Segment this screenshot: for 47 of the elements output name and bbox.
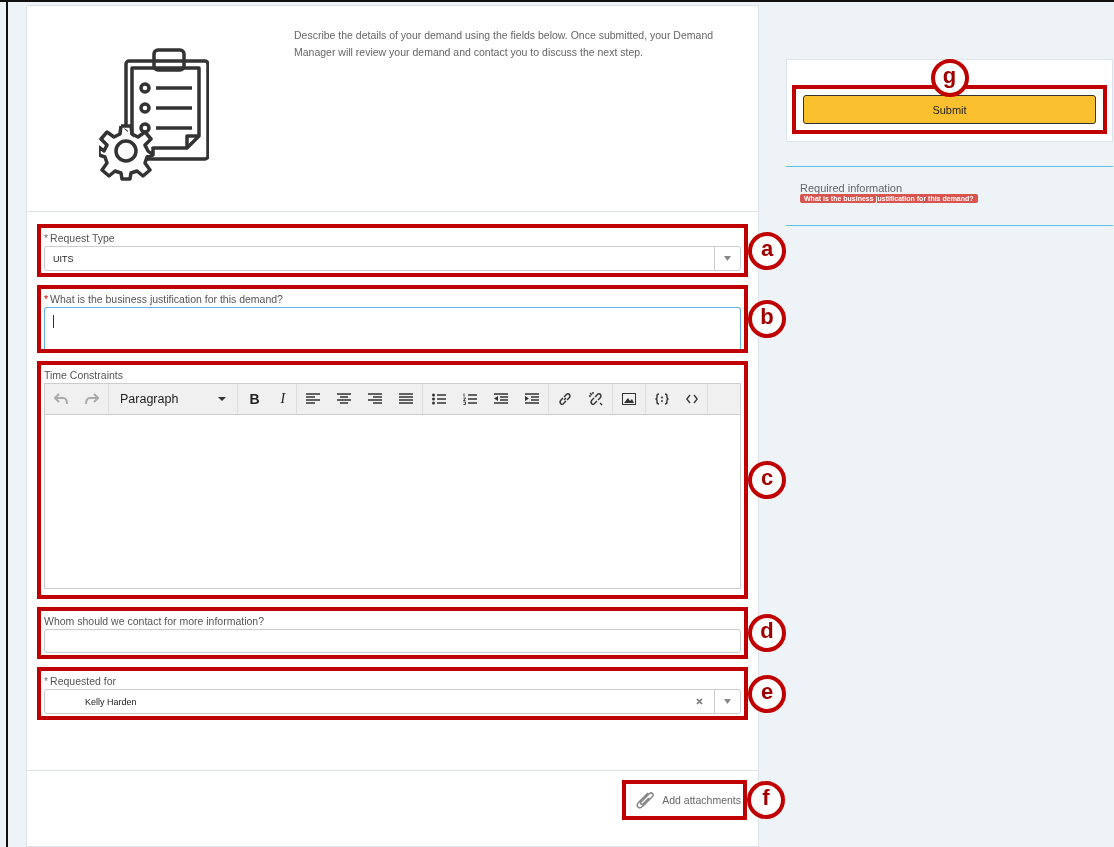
selected-user: Kelly Harden bbox=[84, 696, 138, 707]
add-attachments-link[interactable]: Add attachments bbox=[634, 790, 741, 810]
italic-button[interactable]: I bbox=[278, 391, 288, 407]
outdent-icon[interactable] bbox=[494, 393, 509, 405]
field-label: Requested for bbox=[50, 675, 117, 687]
required-info-title: Required information bbox=[800, 182, 903, 194]
reference-field[interactable]: Kelly Harden bbox=[44, 689, 741, 714]
paperclip-icon bbox=[634, 790, 657, 810]
unlink-icon[interactable] bbox=[589, 392, 604, 406]
link-icon[interactable] bbox=[558, 392, 573, 406]
callout-badge: d bbox=[748, 614, 786, 652]
callout-badge: f bbox=[747, 781, 785, 819]
rich-text-editor[interactable]: Paragraph B I bbox=[44, 383, 741, 589]
required-marker: * bbox=[44, 293, 49, 305]
align-left-icon[interactable] bbox=[306, 393, 321, 405]
callout-badge: b bbox=[748, 300, 786, 338]
bold-button[interactable]: B bbox=[247, 391, 262, 407]
field-label: Request Type bbox=[50, 232, 115, 244]
align-right-icon[interactable] bbox=[368, 393, 383, 405]
variable-icon[interactable] bbox=[655, 393, 670, 405]
clear-icon[interactable] bbox=[696, 698, 703, 705]
intro-text: Describe the details of your demand using the fields below. Once submitted, your Demand Manager will review your demand and contact you to discuss the next step. bbox=[294, 28, 714, 60]
required-marker: * bbox=[44, 675, 49, 687]
field-label: Whom should we contact for more information? bbox=[44, 615, 264, 627]
callout-badge: g bbox=[930, 59, 969, 97]
caret-icon bbox=[724, 256, 731, 261]
required-marker: * bbox=[44, 232, 49, 244]
image-icon[interactable] bbox=[622, 393, 637, 405]
select-value: UITS bbox=[52, 253, 75, 264]
callout-badge: c bbox=[748, 461, 786, 499]
code-icon[interactable] bbox=[686, 394, 699, 404]
caret-icon bbox=[724, 699, 731, 704]
callout-badge: e bbox=[748, 674, 786, 713]
indent-icon[interactable] bbox=[525, 393, 540, 405]
justify-icon[interactable] bbox=[399, 393, 414, 405]
caret-icon bbox=[218, 397, 227, 401]
field-label: Time Constraints bbox=[44, 369, 123, 381]
input-field[interactable] bbox=[44, 629, 741, 653]
bulleted-list-icon[interactable] bbox=[432, 393, 447, 405]
numbered-list-icon[interactable] bbox=[463, 393, 478, 405]
align-center-icon[interactable] bbox=[337, 393, 352, 405]
submit-button[interactable]: Submit bbox=[803, 95, 1096, 124]
callout-badge: a bbox=[748, 231, 786, 270]
select-field[interactable]: UITS bbox=[44, 246, 741, 271]
clipboard-gear-icon bbox=[99, 46, 209, 181]
format-dropdown[interactable]: Paragraph bbox=[118, 392, 229, 406]
field-label: What is the business justification for this demand? bbox=[50, 293, 283, 305]
